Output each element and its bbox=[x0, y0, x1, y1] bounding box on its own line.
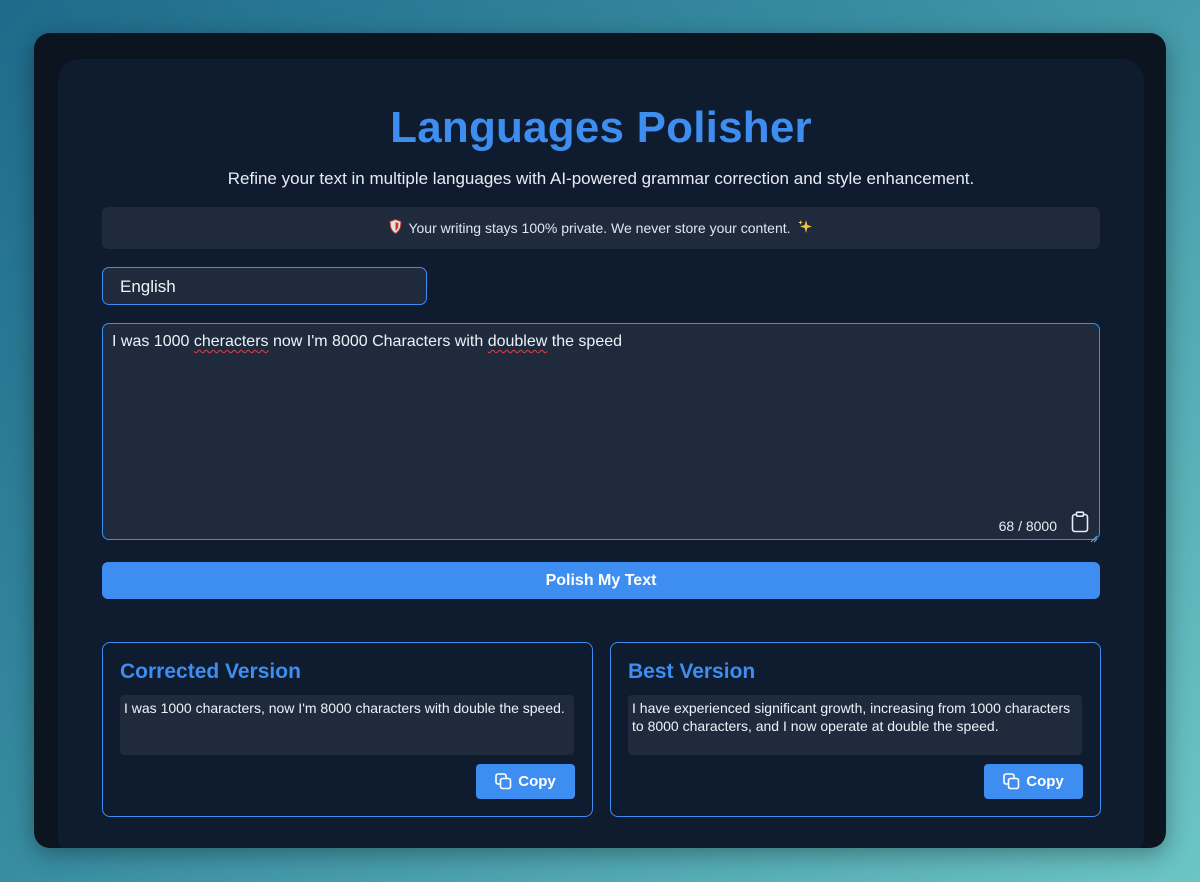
misspelled-word: cheracters bbox=[193, 333, 269, 350]
app-window: Languages Polisher Refine your text in m… bbox=[34, 33, 1166, 848]
resize-handle-icon[interactable] bbox=[1090, 530, 1098, 543]
best-version-heading: Best Version bbox=[628, 660, 756, 683]
input-text-segment: I was 1000 bbox=[112, 333, 194, 350]
corrected-version-panel: Corrected Version I was 1000 characters,… bbox=[102, 642, 593, 817]
corrected-version-text: I was 1000 characters, now I'm 8000 char… bbox=[120, 695, 574, 755]
privacy-text: Your writing stays 100% private. We neve… bbox=[408, 220, 791, 236]
polish-button[interactable]: Polish My Text bbox=[102, 562, 1100, 599]
privacy-banner: Your writing stays 100% private. We neve… bbox=[102, 207, 1100, 249]
copy-corrected-button[interactable]: Copy bbox=[476, 764, 575, 799]
input-text-segment: now I'm 8000 Characters with bbox=[268, 333, 488, 350]
copy-button-label: Copy bbox=[1026, 773, 1064, 790]
clipboard-icon[interactable] bbox=[1071, 511, 1089, 533]
main-card: Languages Polisher Refine your text in m… bbox=[58, 59, 1144, 848]
language-select-value: English bbox=[120, 277, 176, 296]
copy-icon bbox=[495, 773, 512, 790]
misspelled-word: doublew bbox=[487, 333, 548, 350]
sparkles-icon bbox=[797, 219, 813, 238]
copy-icon bbox=[1003, 773, 1020, 790]
shield-icon bbox=[389, 218, 402, 237]
input-text[interactable]: I was 1000 cheracters now I'm 8000 Chara… bbox=[112, 333, 622, 351]
character-counter: 68 / 8000 bbox=[998, 518, 1057, 534]
input-text-segment: the speed bbox=[547, 333, 623, 350]
best-version-text: I have experienced significant growth, i… bbox=[628, 695, 1082, 755]
page-subtitle: Refine your text in multiple languages w… bbox=[227, 169, 975, 188]
copy-best-button[interactable]: Copy bbox=[984, 764, 1083, 799]
copy-button-label: Copy bbox=[518, 773, 556, 790]
text-input-area[interactable]: I was 1000 cheracters now I'm 8000 Chara… bbox=[102, 323, 1100, 543]
language-select[interactable]: English bbox=[102, 267, 427, 305]
page-title: Languages Polisher bbox=[390, 103, 812, 152]
best-version-panel: Best Version I have experienced signific… bbox=[610, 642, 1101, 817]
corrected-version-heading: Corrected Version bbox=[120, 660, 301, 683]
